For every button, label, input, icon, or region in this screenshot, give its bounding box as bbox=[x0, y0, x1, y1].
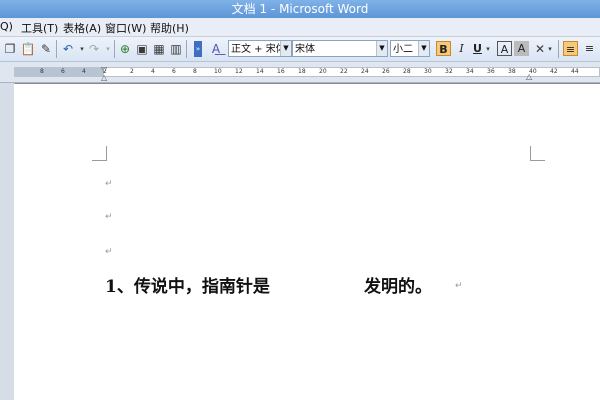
style-combo-value: 正文 + 宋体 bbox=[231, 44, 286, 55]
char-scale-dropdown-icon[interactable]: ▾ bbox=[546, 41, 554, 57]
ruler-tick-label: 4 bbox=[82, 68, 86, 75]
ruler-tick-label: 22 bbox=[340, 68, 348, 75]
menu-bar: Q) 工具(T) 表格(A) 窗口(W) 帮助(H) bbox=[0, 18, 600, 37]
font-combo-value: 宋体 bbox=[295, 44, 315, 55]
paragraph-mark: ↵ bbox=[105, 247, 113, 257]
ruler-tick-label: 14 bbox=[256, 68, 264, 75]
paragraph-mark: ↵ bbox=[455, 281, 463, 291]
ruler-tick-label: 24 bbox=[361, 68, 369, 75]
vertical-ruler bbox=[0, 83, 15, 400]
ruler-tick-label: 32 bbox=[445, 68, 453, 75]
ruler-tick-label: 16 bbox=[277, 68, 285, 75]
format-painter-icon[interactable]: ✎ bbox=[38, 41, 54, 57]
paragraph-mark: ↵ bbox=[105, 179, 113, 189]
chevron-down-icon[interactable]: ▼ bbox=[376, 41, 387, 56]
ruler-tick-label: 8 bbox=[193, 68, 197, 75]
ruler-tick-label: 20 bbox=[319, 68, 327, 75]
bold-button[interactable]: B bbox=[436, 41, 451, 56]
italic-button[interactable]: I bbox=[454, 41, 469, 56]
toolbar-options-icon[interactable]: » bbox=[194, 41, 202, 57]
ruler-tick-label: 30 bbox=[424, 68, 432, 75]
ruler-margin-area bbox=[14, 67, 104, 77]
ruler-tick-label: 8 bbox=[40, 68, 44, 75]
menu-item-tools[interactable]: 工具(T) bbox=[21, 20, 58, 36]
toolbar-separator bbox=[56, 40, 57, 58]
chevron-down-icon[interactable]: ▼ bbox=[418, 41, 429, 56]
ruler-tick-label: 36 bbox=[487, 68, 495, 75]
ruler-tick-label: 6 bbox=[61, 68, 65, 75]
ruler-tick-label: 28 bbox=[403, 68, 411, 75]
ruler-tick-label: 44 bbox=[571, 68, 579, 75]
size-combo-value: 小二 bbox=[393, 44, 413, 55]
ruler-tick-label: 2 bbox=[130, 68, 134, 75]
columns-icon[interactable]: ▥ bbox=[168, 41, 184, 57]
hanging-indent-marker[interactable]: △ bbox=[101, 73, 107, 82]
document-text-before-blank: 1、传说中，指南针是 bbox=[105, 277, 270, 297]
ruler-tick-label: 4 bbox=[151, 68, 155, 75]
char-shading-button[interactable]: A bbox=[514, 41, 529, 56]
hyperlink-icon[interactable]: ⊕ bbox=[117, 41, 133, 57]
ruler-tick-label: 12 bbox=[235, 68, 243, 75]
paragraph-mark: ↵ bbox=[105, 212, 113, 222]
menu-item-partial[interactable]: Q) bbox=[0, 20, 13, 33]
align-center-icon[interactable]: ≡ bbox=[582, 41, 597, 56]
menu-item-help[interactable]: 帮助(H) bbox=[150, 20, 189, 36]
margin-corner-top-right bbox=[530, 146, 545, 161]
toolbar: ❐ 📋 ✎ ↶ ▾ ↷ ▾ ⊕ ▣ ▦ ▥ » A͟ 正文 + 宋体 ▼ 宋体 … bbox=[0, 37, 600, 62]
toolbar-separator bbox=[114, 40, 115, 58]
toolbar-separator bbox=[186, 40, 187, 58]
document-text-after-blank: 发明的。 bbox=[364, 277, 432, 297]
copy-icon[interactable]: ❐ bbox=[2, 41, 18, 57]
ruler-tick-label: 6 bbox=[172, 68, 176, 75]
underline-button[interactable]: U bbox=[470, 41, 485, 56]
ruler-tick-label: 18 bbox=[298, 68, 306, 75]
ruler-tick-label: 26 bbox=[382, 68, 390, 75]
ruler-tick-label: 34 bbox=[466, 68, 474, 75]
insert-table-icon[interactable]: ▦ bbox=[151, 41, 167, 57]
horizontal-ruler[interactable]: 8 6 4 2 2 4 6 8 10 12 14 16 18 20 22 24 26 28 30 32 34 36 38 40… bbox=[0, 62, 600, 83]
font-combo[interactable]: 宋体 ▼ bbox=[292, 40, 388, 57]
style-combo[interactable]: 正文 + 宋体 ▼ bbox=[228, 40, 292, 57]
menu-item-table[interactable]: 表格(A) bbox=[63, 20, 101, 36]
margin-corner-top-left bbox=[92, 146, 107, 161]
align-left-icon[interactable]: ≡ bbox=[563, 41, 578, 56]
underline-dropdown-icon[interactable]: ▾ bbox=[484, 41, 492, 57]
chevron-down-icon[interactable]: ▼ bbox=[280, 41, 291, 56]
ruler-tick-label: 42 bbox=[550, 68, 558, 75]
char-border-button[interactable]: A bbox=[497, 41, 512, 56]
size-combo[interactable]: 小二 ▼ bbox=[390, 40, 430, 57]
styles-formatting-icon[interactable]: A͟ bbox=[208, 41, 224, 57]
right-indent-marker[interactable]: △ bbox=[526, 72, 532, 81]
ruler-tick-label: 10 bbox=[214, 68, 222, 75]
window-title: 文档 1 - Microsoft Word bbox=[231, 2, 369, 16]
paste-icon[interactable]: 📋 bbox=[20, 41, 36, 57]
title-bar: 文档 1 - Microsoft Word bbox=[0, 0, 600, 18]
menu-item-window[interactable]: 窗口(W) bbox=[105, 20, 146, 36]
document-page[interactable]: ↵ ↵ ↵ bbox=[14, 84, 600, 400]
tables-borders-icon[interactable]: ▣ bbox=[134, 41, 150, 57]
ruler-tick-label: 38 bbox=[508, 68, 516, 75]
toolbar-separator bbox=[558, 40, 559, 58]
